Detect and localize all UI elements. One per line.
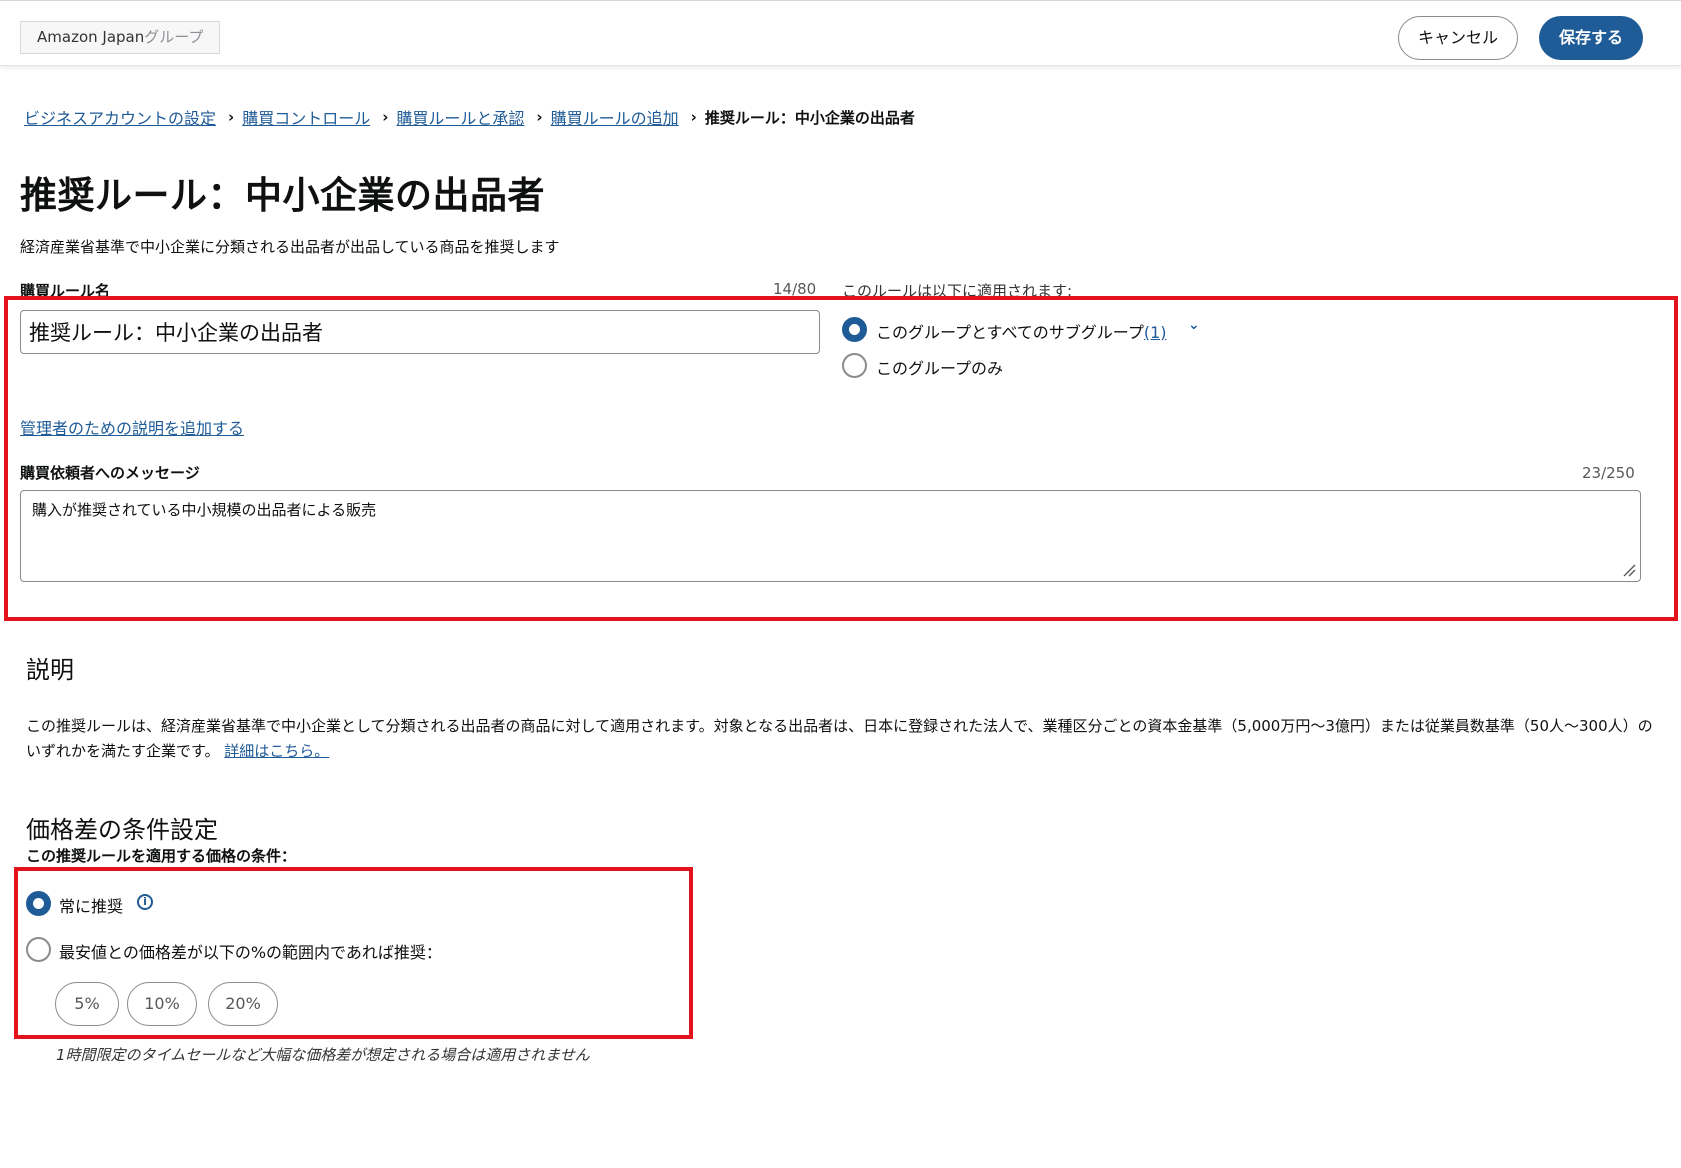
info-icon[interactable]: i bbox=[137, 894, 153, 910]
price-radio-within-range[interactable] bbox=[26, 937, 51, 962]
chevron-right-icon: › bbox=[536, 108, 543, 126]
breadcrumb-link-purchase-control[interactable]: 購買コントロール bbox=[242, 105, 370, 129]
chevron-right-icon: › bbox=[382, 108, 389, 126]
rule-name-input[interactable] bbox=[20, 310, 820, 354]
scope-radio-all-subgroups[interactable] bbox=[842, 317, 867, 342]
breadcrumb: ビジネスアカウントの設定 › 購買コントロール › 購買ルールと承認 › 購買ル… bbox=[24, 105, 915, 129]
description-text: この推奨ルールは、経済産業省基準で中小企業として分類される出品者の商品に対して適… bbox=[26, 714, 1656, 764]
scope-radio-this-group[interactable] bbox=[842, 353, 867, 378]
price-option-always[interactable]: 常に推奨 bbox=[59, 893, 123, 917]
add-admin-description-link[interactable]: 管理者のための説明を追加する bbox=[20, 415, 244, 439]
scope-option-all-subgroups[interactable]: このグループとすべてのサブグループ(1) bbox=[876, 319, 1167, 343]
subgroup-count-link[interactable]: (1) bbox=[1144, 323, 1167, 342]
price-footnote: 1時間限定のタイムセールなど大幅な価格差が想定される場合は適用されません bbox=[56, 1046, 590, 1064]
price-option-within-range[interactable]: 最安値との価格差が以下の%の範囲内であれば推奨： bbox=[59, 939, 442, 963]
rule-name-counter: 14/80 bbox=[773, 280, 817, 298]
scope-option-this-group[interactable]: このグループのみ bbox=[876, 355, 1003, 379]
top-bar: Amazon Japanグループ キャンセル 保存する bbox=[0, 0, 1681, 66]
breadcrumb-current: 推奨ルール：中小企業の出品者 bbox=[704, 108, 915, 127]
breadcrumb-link-rules-approval[interactable]: 購買ルールと承認 bbox=[396, 105, 524, 129]
chevron-right-icon: › bbox=[690, 108, 697, 126]
percent-chip-5[interactable]: 5% bbox=[55, 982, 119, 1026]
group-name: Amazon Japan bbox=[37, 28, 145, 46]
requester-message-textarea[interactable]: 購入が推奨されている中小規模の出品者による販売 bbox=[20, 490, 1641, 582]
description-heading: 説明 bbox=[26, 656, 74, 684]
applies-to-label: このルールは以下に適用されます: bbox=[842, 282, 1073, 300]
chevron-down-icon[interactable]: ⌄ bbox=[1188, 317, 1200, 333]
resize-grip-icon[interactable] bbox=[1622, 563, 1636, 577]
page-title: 推奨ルール：中小企業の出品者 bbox=[20, 174, 545, 217]
price-condition-heading: 価格差の条件設定 bbox=[26, 816, 218, 844]
rule-name-label: 購買ルール名 bbox=[20, 282, 111, 300]
breadcrumb-link-add-rule[interactable]: 購買ルールの追加 bbox=[551, 105, 679, 129]
price-radio-always[interactable] bbox=[26, 891, 51, 916]
save-button[interactable]: 保存する bbox=[1539, 16, 1643, 60]
requester-message-label: 購買依頼者へのメッセージ bbox=[20, 464, 200, 482]
cancel-button[interactable]: キャンセル bbox=[1398, 16, 1518, 60]
group-selector[interactable]: Amazon Japanグループ bbox=[20, 21, 221, 54]
group-suffix: グループ bbox=[144, 28, 204, 46]
price-condition-label: この推奨ルールを適用する価格の条件： bbox=[26, 847, 297, 865]
percent-chip-10[interactable]: 10% bbox=[127, 982, 197, 1026]
requester-message-counter: 23/250 bbox=[1582, 464, 1635, 482]
chevron-right-icon: › bbox=[228, 108, 235, 126]
percent-chip-20[interactable]: 20% bbox=[208, 982, 278, 1026]
scope-option-all-label: このグループとすべてのサブグループ bbox=[876, 323, 1144, 342]
details-link[interactable]: 詳細はこちら。 bbox=[224, 742, 329, 760]
breadcrumb-link-business-settings[interactable]: ビジネスアカウントの設定 bbox=[24, 105, 216, 129]
page-subtitle: 経済産業省基準で中小企業に分類される出品者が出品している商品を推奨します bbox=[20, 238, 560, 256]
